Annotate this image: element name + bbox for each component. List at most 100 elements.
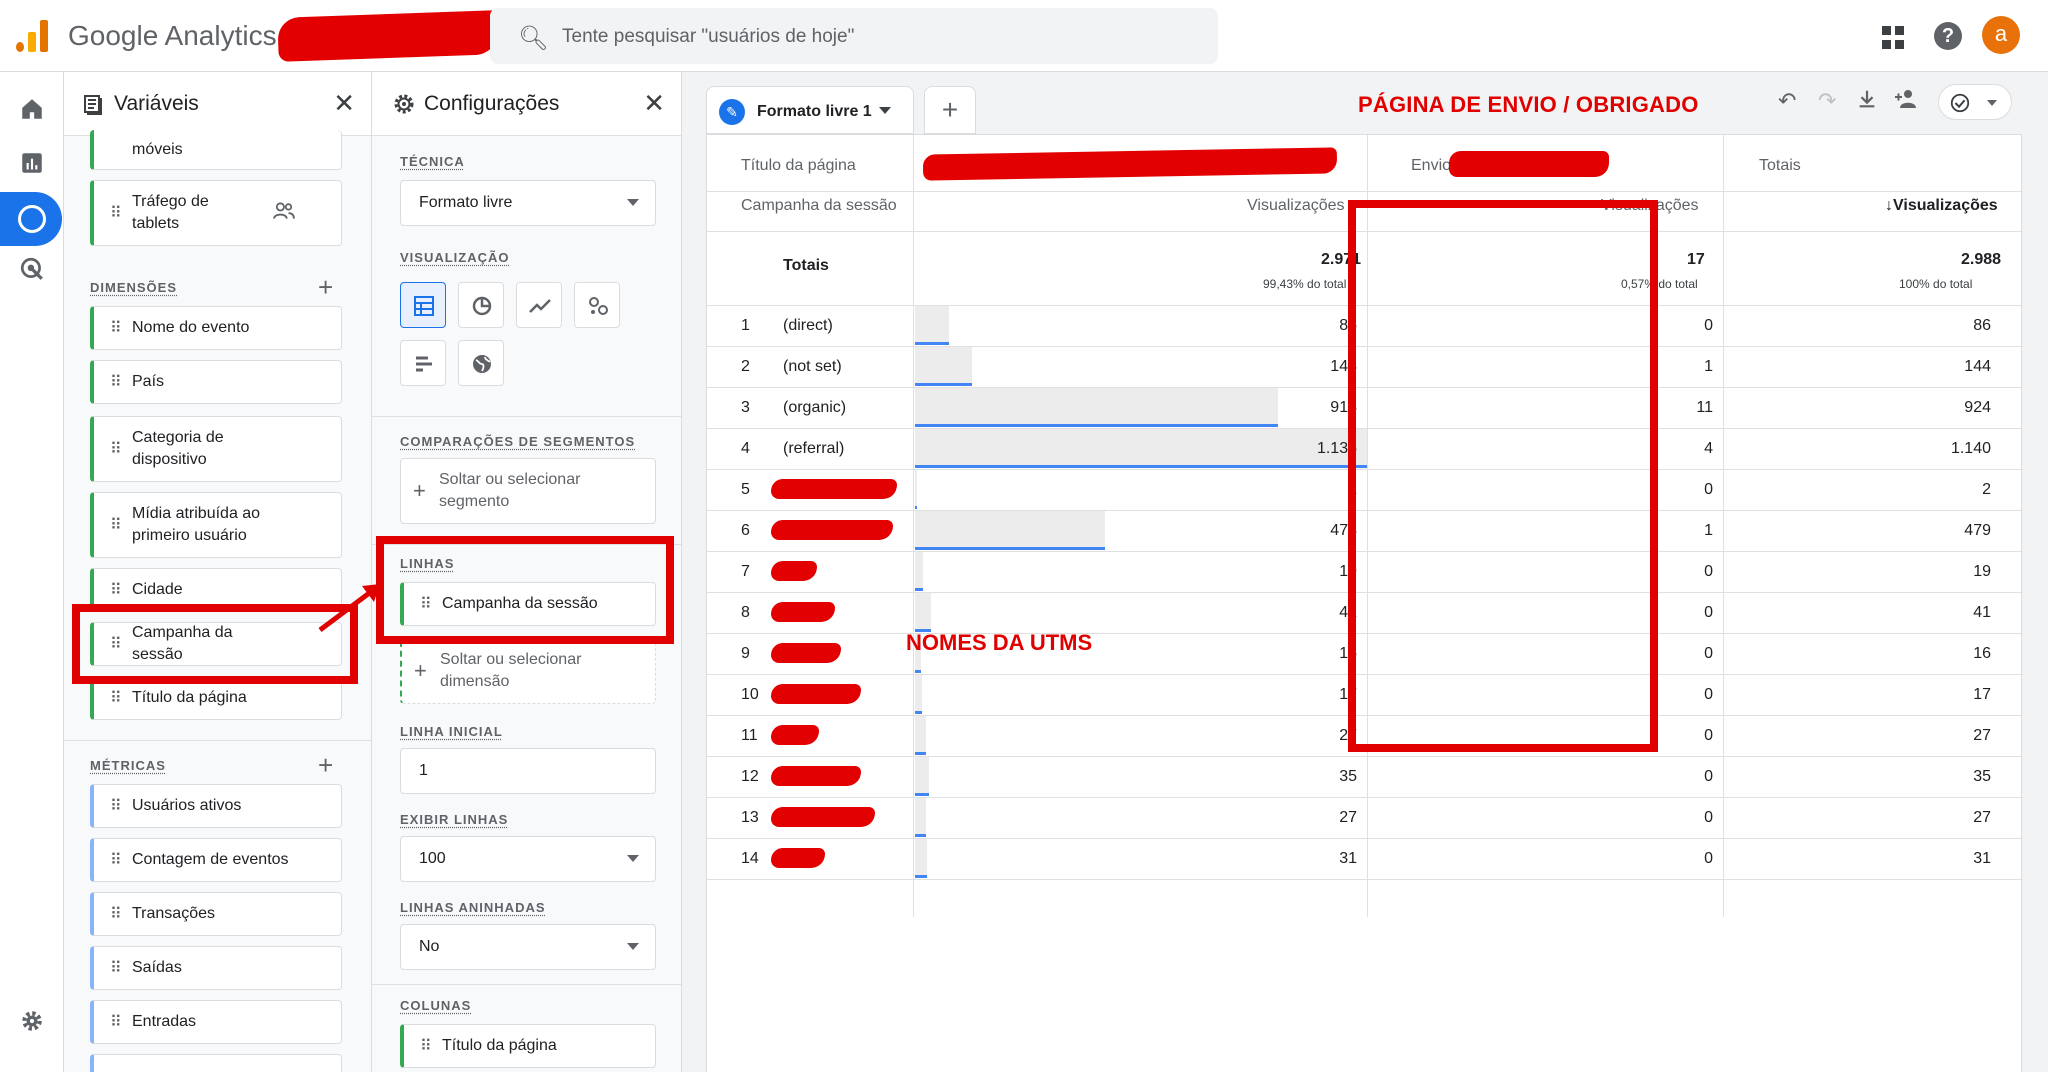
reports-icon[interactable] [18,150,46,178]
nested-rows-select[interactable]: No [400,924,656,970]
donut-viz-icon[interactable] [458,282,504,328]
row-dimension-header[interactable]: Título da página [741,157,856,175]
metric-header-col1[interactable]: Visualizações [1247,197,1345,215]
drag-handle-icon[interactable]: ⠿ [420,1036,432,1056]
column-dimension-chip[interactable]: ⠿ Título da página [400,1024,656,1068]
bar-viz-icon[interactable] [400,340,446,386]
drag-handle-icon[interactable]: ⠿ [110,203,122,223]
line-viz-icon[interactable] [516,282,562,328]
tab-menu-arrow-icon[interactable] [879,107,891,114]
drag-handle-icon[interactable]: ⠿ [110,372,122,392]
drag-handle-icon[interactable]: ⠿ [110,439,122,459]
check-status-button[interactable] [1938,84,2012,120]
divider [707,797,2023,798]
geo-map-viz-icon[interactable] [458,340,504,386]
show-rows-select[interactable]: 100 [400,836,656,882]
dimension-chip[interactable]: ⠿ Mídia atribuída ao primeiro usuário [90,492,342,558]
share-icon[interactable] [1894,88,1922,116]
help-icon[interactable]: ? [1934,22,1962,50]
explore-icon[interactable] [0,192,62,246]
drag-handle-icon[interactable]: ⠿ [110,688,122,708]
visualization-label: VISUALIZAÇÃO [400,250,510,265]
table-viz-icon[interactable] [400,282,446,328]
drag-handle-icon[interactable]: ⠿ [110,580,122,600]
add-tab-button[interactable]: + [924,86,976,134]
drag-handle-icon[interactable]: ⠿ [110,515,122,535]
redacted-utm-name [771,520,893,540]
column-divider [1723,135,1724,917]
drag-handle-icon[interactable]: ⠿ [110,318,122,338]
column-group-totais[interactable]: Totais [1759,157,1801,175]
row-drop-zone[interactable]: + Soltar ou selecionar dimensão [400,638,656,704]
search-box[interactable]: 🔍︎ Tente pesquisar "usuários de hoje" [490,8,1218,64]
divider [372,416,681,417]
plus-icon: + [413,478,426,503]
avatar[interactable]: a [1982,16,2020,54]
dimension-chip[interactable]: ⠿ Categoria de dispositivo [90,416,342,482]
column-group-envio[interactable]: Envio [1411,157,1451,175]
dimension-chip[interactable]: ⠿ Nome do evento [90,306,342,350]
bar-fill [915,711,922,714]
brand-name[interactable]: Google Analytics [68,20,277,52]
segments-label: COMPARAÇÕES DE SEGMENTOS [400,434,636,449]
row-index: 14 [741,850,759,867]
edit-pencil-icon: ✎ [719,99,745,125]
row-index: 3 [741,399,750,416]
redo-icon[interactable]: ↷ [1818,88,1836,114]
gear-icon [392,92,416,122]
settings-title: Configurações [424,92,560,115]
row-label[interactable]: (not set) [783,358,842,376]
segment-drop-zone[interactable]: + Soltar ou selecionar segmento [400,458,656,524]
dimension-chip[interactable]: ⠿ Tráfego de tablets [90,180,342,246]
undo-icon[interactable]: ↶ [1778,88,1796,114]
add-metric-button[interactable]: + [318,750,333,781]
scatter-viz-icon[interactable] [574,282,620,328]
metric-chip[interactable]: ⠿ Contagem de eventos [90,838,342,882]
row-label[interactable]: (referral) [783,440,844,458]
close-icon[interactable]: ✕ [333,88,355,119]
search-placeholder: Tente pesquisar "usuários de hoje" [562,26,855,47]
account-selector-redacted[interactable] [277,10,501,62]
start-row-input[interactable]: 1 [400,748,656,794]
close-icon[interactable]: ✕ [643,88,665,119]
metric-chip[interactable]: ⠿ Entradas [90,1000,342,1044]
metric-chip[interactable]: ⠿ Transações [90,892,342,936]
drag-handle-icon[interactable]: ⠿ [110,796,122,816]
tab-formato-livre[interactable]: ✎ Formato livre 1 [706,86,914,134]
apps-grid-icon[interactable] [1882,26,1904,49]
dimension-chip[interactable]: ⠿ País [90,360,342,404]
chip-label: Nome do evento [132,319,250,336]
drag-handle-icon[interactable]: ⠿ [110,1012,122,1032]
metric-chip[interactable] [90,1054,342,1072]
drag-handle-icon[interactable]: ⠿ [110,958,122,978]
technique-select[interactable]: Formato livre [400,180,656,226]
divider [707,191,2023,192]
row-label[interactable]: (direct) [783,317,833,335]
drag-handle-icon[interactable]: ⠿ [110,904,122,924]
redacted-utm-name [771,602,835,622]
show-rows-value: 100 [419,850,446,867]
analytics-logo-icon[interactable] [16,18,50,52]
dimension-chip[interactable]: móveis [90,130,342,170]
row-label[interactable]: (organic) [783,399,846,417]
metric-header-col3-sorted[interactable]: ↓Visualizações [1885,197,1998,215]
metric-chip[interactable]: ⠿ Usuários ativos [90,784,342,828]
advertising-icon[interactable] [18,256,46,284]
bar-background [915,675,922,713]
download-icon[interactable] [1856,88,1878,116]
add-dimension-button[interactable]: + [318,272,333,303]
metrics-label: MÉTRICAS [90,758,166,773]
divider [64,740,371,741]
annotation-box-rows [376,536,674,644]
admin-gear-icon[interactable] [18,1008,46,1036]
metric-chip[interactable]: ⠿ Saídas [90,946,342,990]
cell-col3: 19 [1973,563,1991,580]
column-dimension-header[interactable]: Campanha da sessão [741,197,897,215]
bar-fill [915,342,949,345]
chip-label: Tráfego de tablets [132,193,209,232]
drag-handle-icon[interactable]: ⠿ [110,850,122,870]
row-index: 1 [741,317,750,334]
audience-icon [273,202,295,225]
home-icon[interactable] [18,96,46,124]
chip-label: Transações [132,905,215,922]
